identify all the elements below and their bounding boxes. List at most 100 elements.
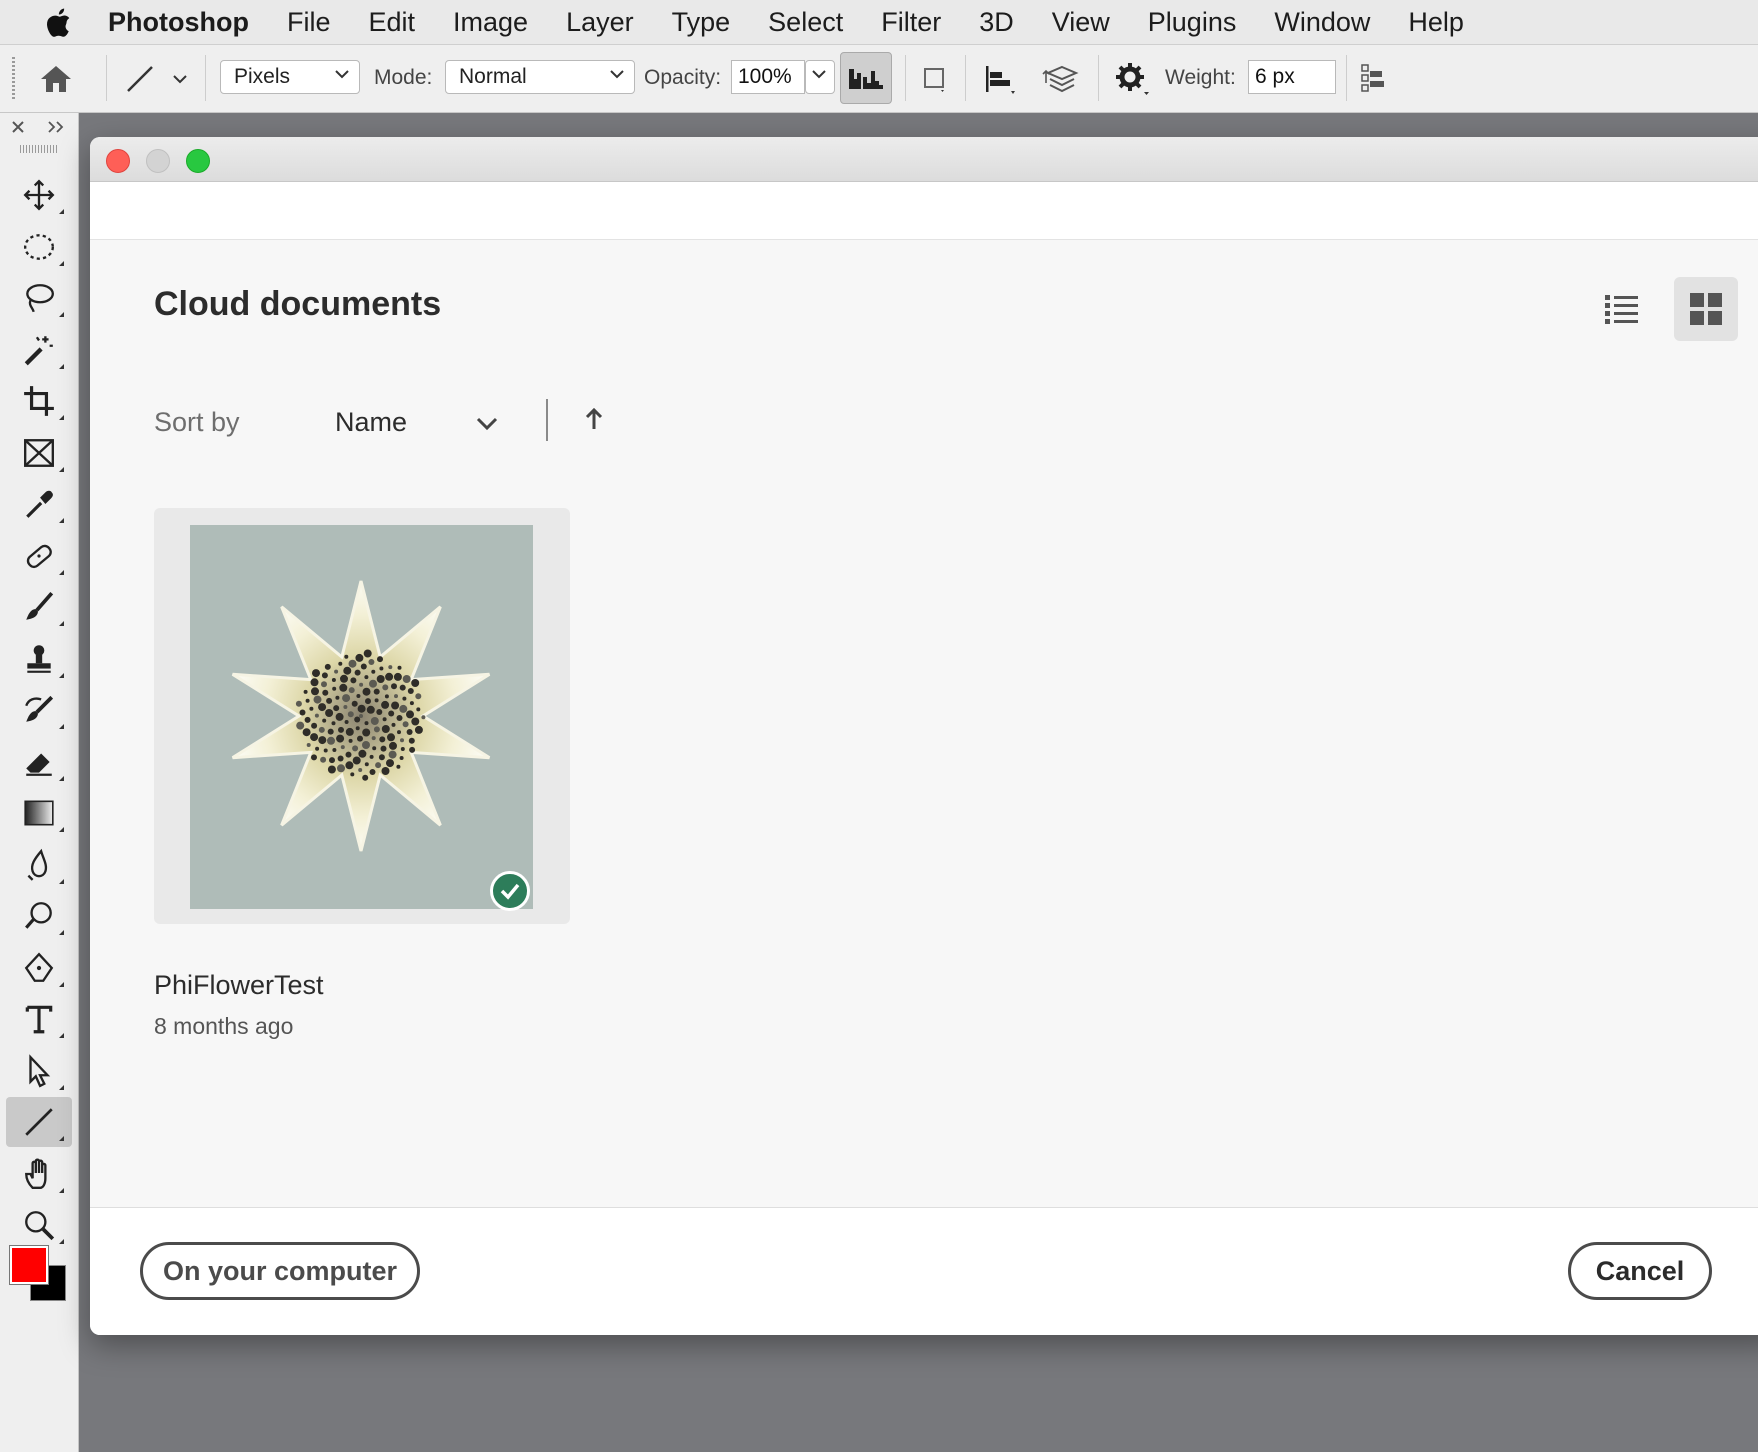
home-icon[interactable] <box>36 61 76 97</box>
close-icon[interactable] <box>8 117 28 137</box>
line-icon <box>25 1108 53 1136</box>
grid-view-button[interactable] <box>1674 277 1738 341</box>
flower-seed <box>331 678 336 682</box>
tool-healing-brush[interactable] <box>6 531 72 581</box>
flower-seed <box>373 726 380 733</box>
tool-gradient[interactable] <box>6 788 72 838</box>
flower-seed <box>371 736 376 741</box>
menu-image[interactable]: Image <box>453 7 528 38</box>
flower-seed <box>348 659 357 668</box>
chevron-down-icon[interactable] <box>170 71 190 87</box>
flower-seed <box>334 669 339 674</box>
flower-seed <box>400 747 405 751</box>
tool-crop[interactable] <box>6 376 72 426</box>
document-name[interactable]: PhiFlowerTest <box>154 970 324 1001</box>
tool-path-selection[interactable] <box>6 1046 72 1096</box>
flower-seed <box>372 746 377 751</box>
flower-seed <box>411 717 420 726</box>
tool-pen[interactable] <box>6 943 72 993</box>
menu-plugins[interactable]: Plugins <box>1148 7 1237 38</box>
tool-line[interactable] <box>6 1097 72 1147</box>
opacity-dropdown[interactable] <box>805 60 835 94</box>
minimize-window-button[interactable] <box>146 149 170 173</box>
path-alignment-icon[interactable] <box>980 61 1020 97</box>
flower-seed <box>299 709 306 716</box>
flower-seed <box>322 718 327 723</box>
flower-seed <box>327 765 336 774</box>
foreground-color-swatch[interactable] <box>9 1245 49 1285</box>
opacity-field[interactable]: 100% <box>731 60 805 94</box>
tool-clone-stamp[interactable] <box>6 634 72 684</box>
tool-elliptical-marquee[interactable] <box>6 222 72 272</box>
document-card[interactable] <box>154 508 570 924</box>
flower-seed <box>318 726 325 733</box>
tool-dodge[interactable] <box>6 891 72 941</box>
tools-panel-grip[interactable] <box>20 145 58 153</box>
menu-select[interactable]: Select <box>768 7 843 38</box>
menu-file[interactable]: File <box>287 7 331 38</box>
expand-panel-icon[interactable] <box>44 117 68 137</box>
weight-field[interactable]: 6 px <box>1248 60 1336 94</box>
flower-seed <box>342 694 351 703</box>
tool-move[interactable] <box>6 170 72 220</box>
flower-seed <box>302 728 311 737</box>
align-edges-icon[interactable] <box>1356 61 1390 97</box>
tool-lasso[interactable] <box>6 273 72 323</box>
menu-filter[interactable]: Filter <box>881 7 941 38</box>
line-tool-preset-icon[interactable] <box>120 61 160 97</box>
mode-dropdown[interactable]: Normal <box>445 60 635 94</box>
anti-alias-icon[interactable] <box>840 52 892 104</box>
tool-history-brush[interactable] <box>6 685 72 735</box>
flower-seed <box>368 659 375 665</box>
fill-type-dropdown[interactable]: Pixels <box>220 60 360 94</box>
list-view-button[interactable] <box>1590 277 1654 341</box>
flower-seed <box>370 717 379 725</box>
tool-eraser[interactable] <box>6 737 72 787</box>
tool-blur[interactable] <box>6 840 72 890</box>
flower-seed <box>315 746 320 751</box>
cancel-button[interactable]: Cancel <box>1568 1242 1712 1300</box>
zoom-window-button[interactable] <box>186 149 210 173</box>
tool-brush[interactable] <box>6 582 72 632</box>
flower-seed <box>366 705 375 714</box>
tool-frame[interactable] <box>6 428 72 478</box>
menu-view[interactable]: View <box>1052 7 1110 38</box>
tool-magic-wand[interactable] <box>6 325 72 375</box>
flower-seed <box>358 749 367 758</box>
clone-stamp-icon <box>27 644 51 673</box>
menu-edit[interactable]: Edit <box>369 7 416 38</box>
on-your-computer-button[interactable]: On your computer <box>140 1242 420 1300</box>
flower-seed <box>388 750 397 759</box>
tool-eyedropper[interactable] <box>6 479 72 529</box>
menu-window[interactable]: Window <box>1274 7 1370 38</box>
options-bar: Pixels Mode: Normal Opacity: 100% Weight… <box>0 45 1758 113</box>
flower-seed <box>296 721 305 730</box>
menu-layer[interactable]: Layer <box>566 7 634 38</box>
tool-hand[interactable] <box>6 1149 72 1199</box>
chevron-down-icon[interactable] <box>472 413 502 435</box>
flower-seed <box>364 675 369 680</box>
weight-label: Weight: <box>1165 66 1236 89</box>
menu-3d[interactable]: 3D <box>979 7 1014 38</box>
path-operations-icon[interactable] <box>917 61 951 97</box>
flower-seed <box>376 675 385 683</box>
flower-seed <box>362 774 369 781</box>
tool-type[interactable] <box>6 994 72 1044</box>
crop-icon <box>24 386 54 416</box>
sort-ascending-icon[interactable] <box>580 405 608 433</box>
apple-menu-icon[interactable] <box>38 7 78 37</box>
menu-help[interactable]: Help <box>1408 7 1464 38</box>
close-window-button[interactable] <box>106 149 130 173</box>
path-arrangement-icon[interactable] <box>1040 59 1084 99</box>
flower-seed <box>322 689 329 696</box>
sort-field-dropdown[interactable]: Name <box>335 407 407 438</box>
sort-by-label: Sort by <box>154 407 240 437</box>
flower-seed <box>338 661 343 666</box>
options-bar-grip[interactable] <box>12 57 15 101</box>
app-menu[interactable]: Photoshop <box>108 7 249 38</box>
gear-icon[interactable] <box>1110 60 1154 98</box>
tool-zoom[interactable] <box>6 1200 72 1250</box>
menu-type[interactable]: Type <box>672 7 731 38</box>
flower-seed <box>362 741 370 749</box>
flower-seed <box>311 722 318 729</box>
